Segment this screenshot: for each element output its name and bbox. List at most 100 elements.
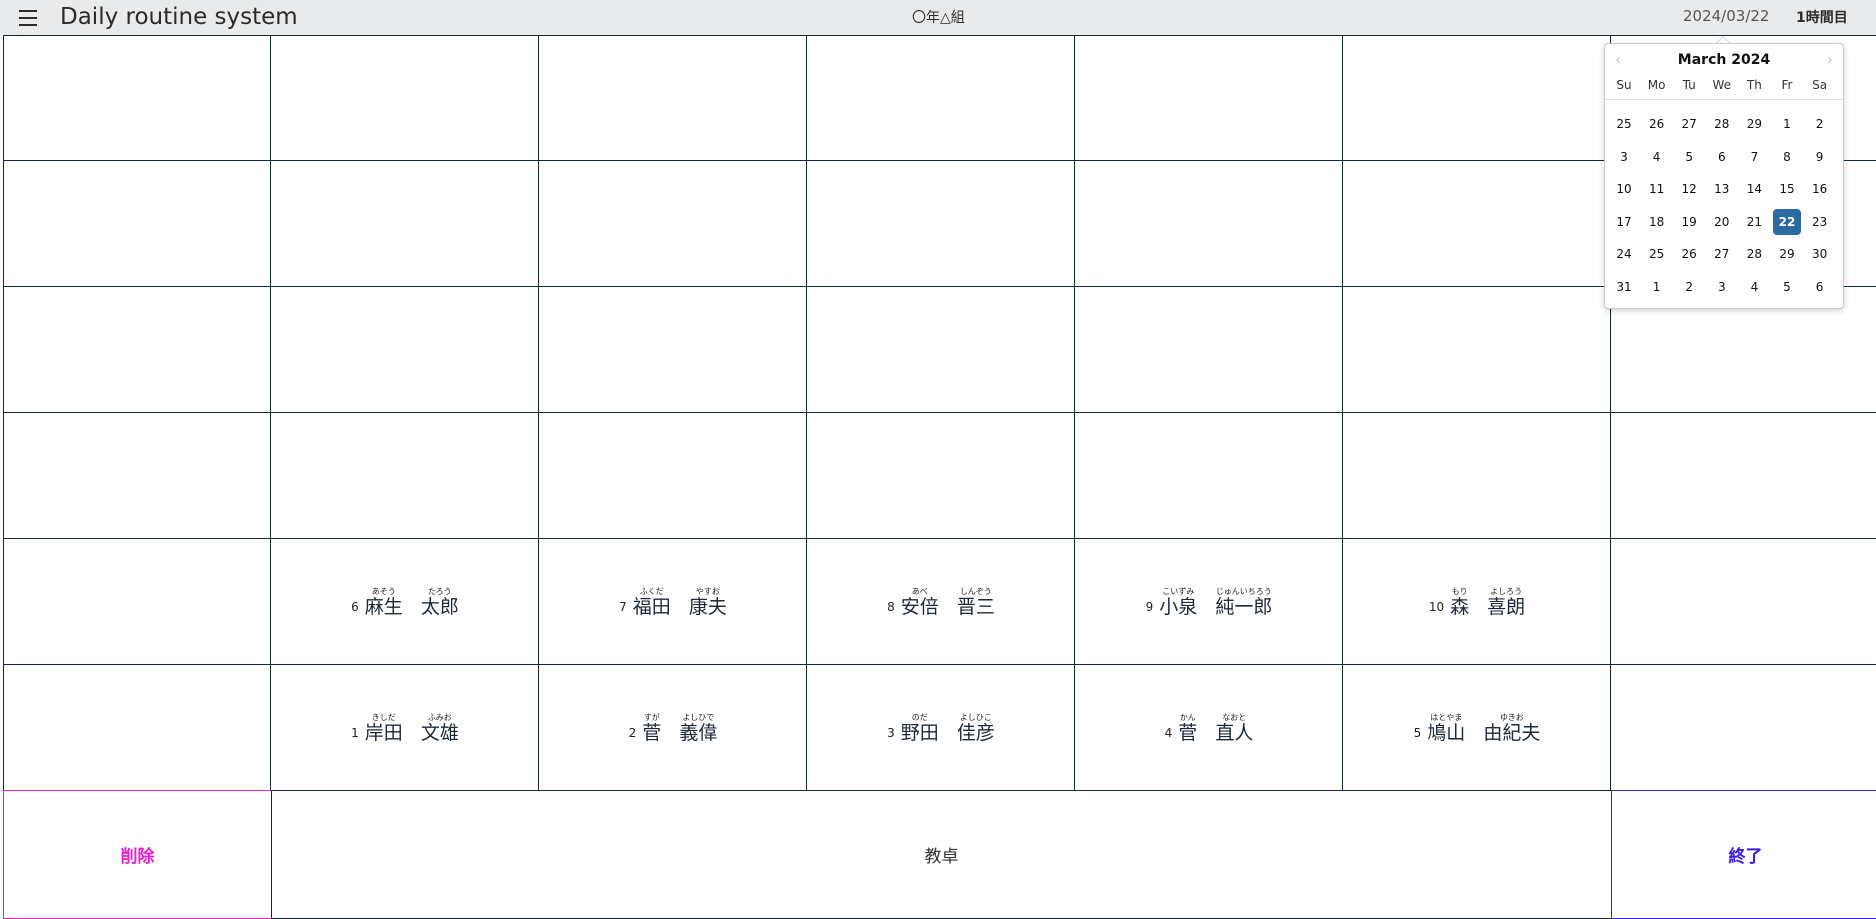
- seat-cell[interactable]: 7 ふくだ 福田 やすお 康夫: [538, 538, 808, 666]
- delete-button[interactable]: 削除: [3, 790, 272, 919]
- weekday-label: Tu: [1682, 78, 1696, 92]
- seat-number: 3: [887, 725, 895, 740]
- calendar-day[interactable]: 6: [1806, 274, 1834, 300]
- calendar-day[interactable]: 30: [1806, 241, 1834, 267]
- calendar-day-selected[interactable]: 22: [1773, 208, 1801, 235]
- calendar-day[interactable]: 23: [1806, 209, 1834, 235]
- empty-seat-cell: [270, 286, 540, 414]
- given-name-reading: やすお: [695, 586, 720, 596]
- calendar-day[interactable]: 2: [1806, 111, 1834, 137]
- given-name-text: 喜朗: [1487, 595, 1526, 618]
- weekday-label: Sa: [1812, 78, 1828, 92]
- empty-seat-cell: [1342, 160, 1612, 288]
- calendar-day[interactable]: 27: [1708, 241, 1736, 267]
- calendar-day[interactable]: 19: [1675, 209, 1703, 235]
- seat-cell[interactable]: 8 あべ 安倍 しんぞう 晋三: [806, 538, 1076, 666]
- calendar-day[interactable]: 25: [1610, 111, 1638, 137]
- empty-seat-cell: [1610, 664, 1876, 792]
- seat-cell[interactable]: 2 すが菅よしひで 義偉: [538, 664, 808, 792]
- calendar-day[interactable]: 28: [1740, 241, 1768, 267]
- empty-seat-cell: [1342, 412, 1612, 540]
- calendar-day[interactable]: 7: [1740, 144, 1768, 170]
- calendar-day[interactable]: 12: [1675, 176, 1703, 202]
- empty-seat-cell: [3, 664, 272, 792]
- calendar-day[interactable]: 25: [1643, 241, 1671, 267]
- calendar-day[interactable]: 24: [1610, 241, 1638, 267]
- date-display[interactable]: 2024/03/22: [1683, 7, 1769, 25]
- calendar-day[interactable]: 6: [1708, 144, 1736, 170]
- calendar-day[interactable]: 10: [1610, 176, 1638, 202]
- seat-cell[interactable]: 6 あそう 麻生 たろう 太郎: [270, 538, 540, 666]
- calendar-day[interactable]: 28: [1708, 111, 1736, 137]
- calendar-day[interactable]: 27: [1675, 111, 1703, 137]
- calendar-day[interactable]: 1: [1643, 274, 1671, 300]
- calendar-day[interactable]: 5: [1675, 144, 1703, 170]
- family-name: かん菅: [1178, 713, 1197, 744]
- calendar-day[interactable]: 31: [1610, 274, 1638, 300]
- given-name-text: 晋三: [956, 595, 995, 618]
- student-name: 1 きしだ 岸田 ふみお 文雄: [351, 713, 459, 744]
- calendar-day[interactable]: 29: [1773, 241, 1801, 267]
- calendar-day[interactable]: 3: [1610, 144, 1638, 170]
- calendar-day[interactable]: 13: [1708, 176, 1736, 202]
- calendar-day[interactable]: 18: [1643, 209, 1671, 235]
- family-name-text: 福田: [632, 595, 671, 618]
- seat-cell[interactable]: 3 のだ 野田 よしひこ 佳彦: [806, 664, 1076, 792]
- calendar-day[interactable]: 29: [1740, 111, 1768, 137]
- seat-cell[interactable]: 5 はとやま 鳩山 ゆきお 由紀夫: [1342, 664, 1612, 792]
- given-name-reading: ゆきお: [1499, 712, 1524, 722]
- calendar-day[interactable]: 26: [1675, 241, 1703, 267]
- calendar-day[interactable]: 1: [1773, 111, 1801, 137]
- empty-seat-cell: [1074, 35, 1344, 162]
- calendar-day[interactable]: 9: [1806, 144, 1834, 170]
- seat-cell[interactable]: 9 こいずみ 小泉 じゅんいちろう 純一郎: [1074, 538, 1344, 666]
- student-name: 6 あそう 麻生 たろう 太郎: [351, 587, 459, 618]
- seat-number: 9: [1145, 599, 1154, 614]
- seat-cell[interactable]: 1 きしだ 岸田 ふみお 文雄: [270, 664, 540, 792]
- given-name-reading: たろう: [428, 586, 452, 596]
- period-label: 1時間目: [1796, 10, 1848, 26]
- family-name: あそう 麻生: [365, 587, 403, 618]
- empty-seat-cell: [806, 412, 1076, 540]
- empty-seat-cell: [538, 412, 808, 540]
- given-name-text: 文雄: [420, 721, 459, 744]
- seat-cell[interactable]: 4 かん菅なおと 直人: [1074, 664, 1344, 792]
- empty-seat-cell: [3, 538, 272, 666]
- family-name-text: 麻生: [364, 595, 403, 618]
- calendar-day[interactable]: 17: [1610, 209, 1638, 235]
- hamburger-menu-icon[interactable]: [17, 8, 39, 28]
- calendar-day[interactable]: 14: [1740, 176, 1768, 202]
- calendar-day[interactable]: 21: [1740, 209, 1768, 235]
- app-title: Daily routine system: [60, 4, 298, 30]
- empty-seat-cell: [3, 412, 272, 540]
- family-name: あべ 安倍: [901, 587, 939, 618]
- calendar-day[interactable]: 2: [1675, 274, 1703, 300]
- given-name-reading: ふみお: [427, 712, 452, 722]
- empty-seat-cell: [1074, 160, 1344, 288]
- end-button-label: 終了: [1728, 847, 1763, 867]
- seat-number: 7: [619, 599, 627, 614]
- given-name-reading: よしひで: [682, 712, 715, 722]
- calendar-month-label: March 2024: [1677, 52, 1771, 68]
- calendar-day[interactable]: 26: [1643, 111, 1671, 137]
- calendar-day[interactable]: 20: [1708, 209, 1736, 235]
- empty-seat-cell: [1342, 286, 1612, 414]
- empty-seat-cell: [538, 286, 808, 414]
- end-button[interactable]: 終了: [1611, 790, 1876, 919]
- family-name-reading: ふくだ: [639, 586, 664, 596]
- calendar-day[interactable]: 15: [1773, 176, 1801, 202]
- calendar-day[interactable]: 5: [1773, 274, 1801, 300]
- calendar-day[interactable]: 4: [1643, 144, 1671, 170]
- chevron-right-icon[interactable]: ›: [1827, 52, 1833, 68]
- empty-seat-cell: [3, 35, 272, 162]
- calendar-day[interactable]: 16: [1806, 176, 1834, 202]
- calendar-day[interactable]: 3: [1708, 274, 1736, 300]
- family-name-reading: はとやま: [1430, 712, 1463, 722]
- seat-cell[interactable]: 10 もり森よしろう 喜朗: [1342, 538, 1612, 666]
- weekday-label: Su: [1616, 78, 1632, 92]
- calendar-day[interactable]: 4: [1740, 274, 1768, 300]
- weekday-label: Fr: [1781, 78, 1793, 92]
- calendar-day[interactable]: 11: [1643, 176, 1671, 202]
- calendar-day[interactable]: 8: [1773, 144, 1801, 170]
- given-name-text: 康夫: [688, 595, 727, 618]
